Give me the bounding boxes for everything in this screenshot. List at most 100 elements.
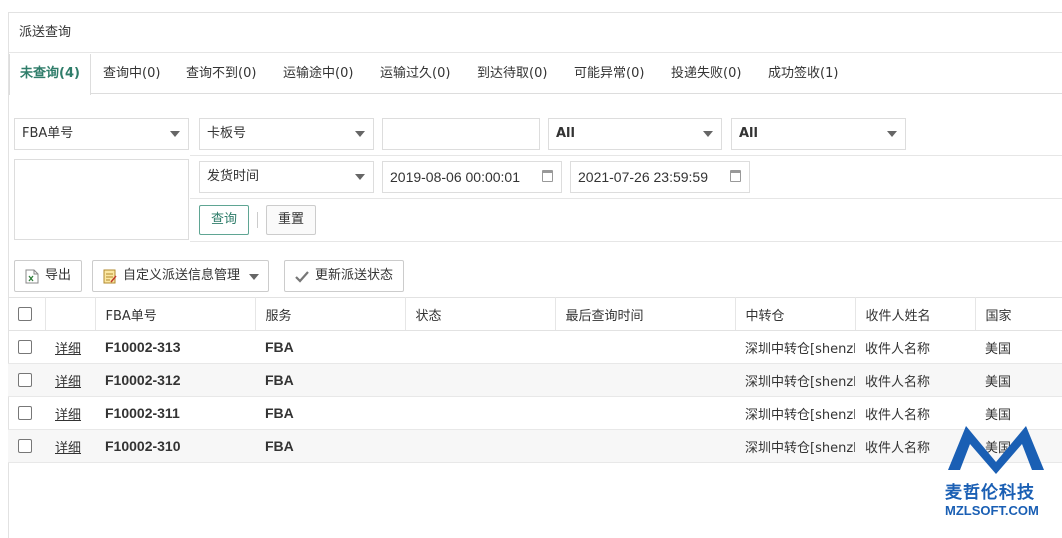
select-all-checkbox[interactable] (18, 307, 32, 321)
fba-number-cell: F10002-311 (95, 396, 255, 430)
update-delivery-status-label: 更新派送状态 (315, 268, 394, 283)
date-to-value: 2021-07-26 23:59:59 (578, 169, 708, 185)
detail-link[interactable]: 详细 (55, 375, 81, 390)
row-checkbox[interactable] (18, 406, 32, 420)
date-to-input[interactable]: 2021-07-26 23:59:59 (570, 161, 750, 193)
table-row: 详细 F10002-311 FBA 深圳中转仓[shenzhen] 收件人名称 … (8, 396, 1062, 430)
tab-not-queried[interactable]: 未查询(4) (9, 54, 91, 95)
divider (190, 241, 1062, 242)
transit-cell: 深圳中转仓[shenzhen] (735, 330, 855, 364)
table-row: 详细 F10002-310 FBA 深圳中转仓[shenzhen] 收件人名称 … (8, 429, 1062, 463)
recipient-cell: 收件人名称 (855, 363, 975, 397)
header-country[interactable]: 国家 (975, 297, 1062, 331)
detail-link[interactable]: 详细 (55, 408, 81, 423)
row-checkbox[interactable] (18, 373, 32, 387)
watermark-en: MZLSOFT.COM (945, 503, 1039, 518)
date-from-input[interactable]: 2019-08-06 00:00:01 (382, 161, 562, 193)
detail-link[interactable]: 详细 (55, 342, 81, 357)
country-cell: 美国 (975, 363, 1062, 397)
reset-button[interactable]: 重置 (266, 205, 316, 235)
transit-cell: 深圳中转仓[shenzhen] (735, 363, 855, 397)
row-select-cell (8, 363, 45, 397)
status-cell (405, 363, 555, 397)
custom-delivery-info-label: 自定义派送信息管理 (123, 268, 241, 283)
chevron-down-icon (887, 131, 897, 137)
detail-link[interactable]: 详细 (55, 441, 81, 456)
fba-number-cell: F10002-312 (95, 363, 255, 397)
row-checkbox[interactable] (18, 439, 32, 453)
transit-cell: 深圳中转仓[shenzhen] (735, 429, 855, 463)
transit-cell: 深圳中转仓[shenzhen] (735, 396, 855, 430)
country-cell: 美国 (975, 330, 1062, 364)
date-from-value: 2019-08-06 00:00:01 (390, 169, 520, 185)
panel-title: 派送查询 (9, 13, 1062, 53)
tab-transit-too-long[interactable]: 运输过久(0) (370, 54, 460, 94)
chevron-down-icon (170, 131, 180, 137)
status-cell (405, 429, 555, 463)
fba-number-select-value: FBA单号 (22, 126, 74, 141)
calendar-icon (542, 170, 553, 182)
watermark-cn: 麦哲伦科技 (945, 483, 1035, 503)
recipient-cell: 收件人名称 (855, 330, 975, 364)
filter-select-4[interactable]: All (731, 118, 906, 150)
row-checkbox[interactable] (18, 340, 32, 354)
row-select-cell (8, 396, 45, 430)
chevron-down-icon (355, 131, 365, 137)
header-last-query-time[interactable]: 最后查询时间 (555, 297, 736, 331)
export-button[interactable]: 导出 (14, 260, 83, 292)
fba-number-cell: F10002-310 (95, 429, 255, 463)
results-table: FBA单号 服务 状态 最后查询时间 中转仓 收件人姓名 国家 详细 F1000… (8, 297, 1062, 463)
last-query-cell (555, 330, 735, 364)
header-service[interactable]: 服务 (255, 297, 406, 331)
table-header-row: FBA单号 服务 状态 最后查询时间 中转仓 收件人姓名 国家 (8, 297, 1062, 331)
header-transit-warehouse[interactable]: 中转仓 (735, 297, 856, 331)
service-cell: FBA (255, 363, 405, 397)
edit-note-icon (103, 269, 117, 284)
row-select-cell (8, 429, 45, 463)
pallet-number-select-value: 卡板号 (207, 126, 247, 141)
tab-possible-exception[interactable]: 可能异常(0) (564, 54, 654, 94)
status-cell (405, 396, 555, 430)
header-status[interactable]: 状态 (405, 297, 556, 331)
date-type-select[interactable]: 发货时间 (199, 161, 374, 193)
chevron-down-icon (355, 174, 365, 180)
tab-not-found[interactable]: 查询不到(0) (176, 54, 266, 94)
header-recipient-name[interactable]: 收件人姓名 (855, 297, 976, 331)
filter-select-3[interactable]: All (548, 118, 722, 150)
detail-cell: 详细 (45, 396, 95, 430)
check-icon (295, 271, 309, 283)
search-button[interactable]: 查询 (199, 205, 249, 235)
tab-delivered[interactable]: 成功签收(1) (758, 54, 848, 94)
last-query-cell (555, 429, 735, 463)
tab-in-transit[interactable]: 运输途中(0) (273, 54, 363, 94)
row-select-cell (8, 330, 45, 364)
service-cell: FBA (255, 330, 405, 364)
divider (190, 155, 1062, 156)
button-separator (257, 212, 258, 228)
batch-number-textarea[interactable] (14, 159, 189, 240)
custom-delivery-info-button[interactable]: 自定义派送信息管理 (92, 260, 270, 292)
date-type-select-value: 发货时间 (207, 169, 260, 184)
divider (190, 198, 1062, 199)
chevron-down-icon (249, 274, 260, 280)
detail-cell: 详细 (45, 330, 95, 364)
filter-select-4-value: All (739, 126, 758, 141)
fba-number-select[interactable]: FBA单号 (14, 118, 189, 150)
filter-select-3-value: All (556, 126, 575, 141)
pallet-number-select[interactable]: 卡板号 (199, 118, 374, 150)
detail-cell: 详细 (45, 363, 95, 397)
table-row: 详细 F10002-313 FBA 深圳中转仓[shenzhen] 收件人名称 … (8, 330, 1062, 364)
search-text-input[interactable] (382, 118, 540, 150)
service-cell: FBA (255, 429, 405, 463)
status-cell (405, 330, 555, 364)
chevron-down-icon (703, 131, 713, 137)
tab-awaiting-pickup[interactable]: 到达待取(0) (467, 54, 557, 94)
table-row: 详细 F10002-312 FBA 深圳中转仓[shenzhen] 收件人名称 … (8, 363, 1062, 397)
select-all-cell[interactable] (8, 297, 46, 331)
tab-delivery-failed[interactable]: 投递失败(0) (661, 54, 751, 94)
header-fba-number[interactable]: FBA单号 (95, 297, 256, 331)
header-detail (45, 297, 96, 331)
update-delivery-status-button[interactable]: 更新派送状态 (284, 260, 405, 292)
tab-querying[interactable]: 查询中(0) (93, 54, 170, 94)
export-button-label: 导出 (45, 268, 72, 283)
